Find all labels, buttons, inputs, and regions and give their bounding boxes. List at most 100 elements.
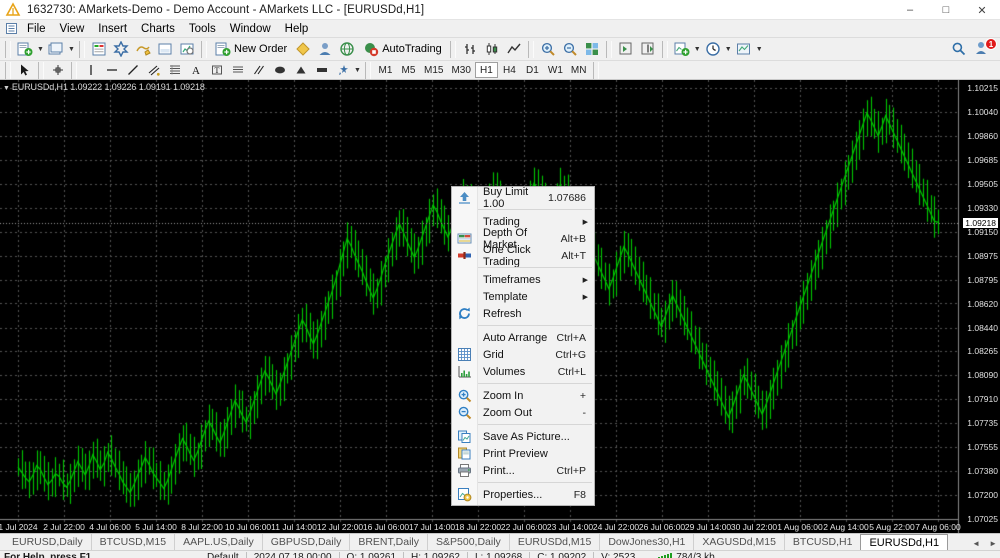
timeframe-h1[interactable]: H1 [474, 62, 498, 78]
toolbar-grip-2[interactable] [79, 40, 85, 58]
text-label-tool[interactable]: T [206, 60, 227, 81]
rectangle-tool[interactable] [311, 60, 332, 81]
menu-insert[interactable]: Insert [91, 21, 134, 37]
tab-prev-button[interactable]: ◄ [972, 539, 980, 548]
line-chart-button[interactable] [503, 39, 525, 60]
candlestick-chart-button[interactable] [481, 39, 503, 60]
terminal-button[interactable] [154, 39, 176, 60]
toolbar-grip-4[interactable] [449, 40, 456, 58]
fibonacci-retracement-tool[interactable] [164, 60, 185, 81]
toolbar-grip-5[interactable] [527, 40, 534, 58]
arrows-tool[interactable] [332, 60, 353, 81]
text-tool[interactable]: A [185, 60, 206, 81]
profiles-button[interactable] [45, 39, 67, 60]
cursor-tool[interactable] [14, 60, 35, 81]
chart-tab-eurusdd-h1[interactable]: EURUSDd,H1 [860, 534, 949, 550]
cycle-lines-tool[interactable] [227, 60, 248, 81]
toolbar-grip-7[interactable] [661, 40, 668, 58]
chart-tab-btcusd-m15[interactable]: BTCUSD,M15 [90, 534, 175, 550]
periods-button[interactable] [702, 39, 724, 60]
context-menu-item-buy-limit-1-00[interactable]: Buy Limit 1.00 1.07686 [452, 186, 594, 210]
new-order-button[interactable]: New Order [210, 39, 292, 60]
timeframe-mn[interactable]: MN [567, 62, 591, 78]
search-icon[interactable] [948, 39, 970, 60]
navigator-button[interactable] [132, 39, 154, 60]
toolbar-grip-3[interactable] [201, 40, 207, 58]
context-menu-item-one-click-trading[interactable]: One Click Trading Alt+T [452, 244, 594, 268]
timeframe-m30[interactable]: M30 [447, 62, 474, 78]
chart-tab-xagusdd-m15[interactable]: XAGUSDd,M15 [693, 534, 784, 550]
notifications-button[interactable]: 1 [974, 38, 997, 59]
chart-context-menu[interactable]: Buy Limit 1.00 1.07686 Trading ▶ Depth Of Ma… [451, 186, 595, 506]
bar-chart-button[interactable] [459, 39, 481, 60]
context-menu-item-print-preview[interactable]: Print Preview [452, 445, 594, 462]
linebar-grip-5[interactable] [593, 61, 600, 79]
tab-nav-controls[interactable]: ◄ ► [972, 539, 997, 548]
context-menu-item-zoom-out[interactable]: Zoom Out - [452, 404, 594, 421]
menu-charts[interactable]: Charts [134, 21, 182, 37]
menu-tools[interactable]: Tools [182, 21, 223, 37]
menu-help[interactable]: Help [278, 21, 316, 37]
zoom-out-button[interactable] [559, 39, 581, 60]
toolbar-grip-6[interactable] [605, 40, 612, 58]
linebar-grip-2[interactable] [38, 61, 44, 79]
minimize-button[interactable]: – [892, 0, 928, 20]
strategy-tester-button[interactable] [176, 39, 198, 60]
mql5-community-button[interactable] [336, 39, 358, 60]
toolbar-grip[interactable] [5, 40, 11, 58]
chart-tab-eurusdd-m15[interactable]: EURUSDd,M15 [508, 534, 600, 550]
shift-end-button[interactable] [615, 39, 637, 60]
context-menu-item-refresh[interactable]: Refresh [452, 305, 594, 322]
triangle-tool[interactable] [290, 60, 311, 81]
new-chart-dropdown-icon[interactable]: ▼ [36, 46, 45, 53]
metaeditor-button[interactable] [292, 39, 314, 60]
arrows-dropdown-icon[interactable]: ▼ [353, 67, 362, 74]
context-menu-item-volumes[interactable]: Volumes Ctrl+L [452, 363, 594, 380]
market-watch-button[interactable] [88, 39, 110, 60]
auto-scroll-button[interactable] [637, 39, 659, 60]
chart-tab-btcusd-h1[interactable]: BTCUSD,H1 [783, 534, 861, 550]
chart-tabs-bar[interactable]: EURUSD,Daily BTCUSD,M15 AAPL.US,Daily GBPUS… [0, 533, 1000, 550]
timeframe-w1[interactable]: W1 [544, 62, 567, 78]
tab-next-button[interactable]: ► [989, 539, 997, 548]
maximize-button[interactable]: □ [928, 0, 964, 20]
vertical-line-tool[interactable] [80, 60, 101, 81]
context-menu-item-timeframes[interactable]: Timeframes ▶ [452, 271, 594, 288]
context-menu-item-template[interactable]: Template ▶ [452, 288, 594, 305]
chart-tab-gbpusd-daily[interactable]: GBPUSD,Daily [261, 534, 350, 550]
chart-collapse-icon[interactable]: ▼ [3, 85, 10, 92]
context-menu-item-save-as-picture[interactable]: Save As Picture... [452, 428, 594, 445]
horizontal-line-tool[interactable] [101, 60, 122, 81]
context-menu-item-properties[interactable]: Properties... F8 [452, 486, 594, 503]
zoom-in-button[interactable] [537, 39, 559, 60]
chart-tab-dowjones30-h1[interactable]: DowJones30,H1 [599, 534, 693, 550]
crosshair-tool[interactable] [47, 60, 68, 81]
menu-file[interactable]: File [20, 21, 53, 37]
autotrading-button[interactable]: AutoTrading [358, 39, 447, 60]
data-window-button[interactable] [110, 39, 132, 60]
chart-tab-aapl-us-daily[interactable]: AAPL.US,Daily [174, 534, 262, 550]
price-axis[interactable]: 1.10215 1.10040 1.09860 1.09685 1.09505 1.093… [958, 80, 1000, 533]
menu-view[interactable]: View [53, 21, 92, 37]
tile-windows-button[interactable] [581, 39, 603, 60]
equidistant-channel-tool[interactable] [143, 60, 164, 81]
timeframe-m1[interactable]: M1 [374, 62, 397, 78]
chart-area[interactable]: ▼ EURUSDd,H1 1.09222 1.09226 1.09191 1.09… [0, 80, 1000, 533]
chart-tab-eurusd-daily[interactable]: EURUSD,Daily [4, 534, 91, 550]
templates-dropdown-icon[interactable]: ▼ [755, 46, 764, 53]
linebar-grip-3[interactable] [71, 61, 77, 79]
chart-tab-brent-daily[interactable]: BRENT,Daily [349, 534, 427, 550]
linebar-grip[interactable] [5, 61, 11, 79]
templates-button[interactable] [733, 39, 755, 60]
trendline-tool[interactable] [122, 60, 143, 81]
context-menu-item-zoom-in[interactable]: Zoom In + [452, 387, 594, 404]
indicators-button[interactable] [671, 39, 693, 60]
close-button[interactable]: ✕ [964, 0, 1000, 20]
context-menu-item-print[interactable]: Print... Ctrl+P [452, 462, 594, 479]
chart-tab-s-p500-daily[interactable]: S&P500,Daily [427, 534, 509, 550]
ellipse-tool[interactable] [269, 60, 290, 81]
timeframe-d1[interactable]: D1 [521, 62, 544, 78]
linebar-grip-4[interactable] [365, 61, 371, 79]
parallel-lines-tool[interactable] [248, 60, 269, 81]
context-menu-item-auto-arrange[interactable]: Auto Arrange Ctrl+A [452, 329, 594, 346]
